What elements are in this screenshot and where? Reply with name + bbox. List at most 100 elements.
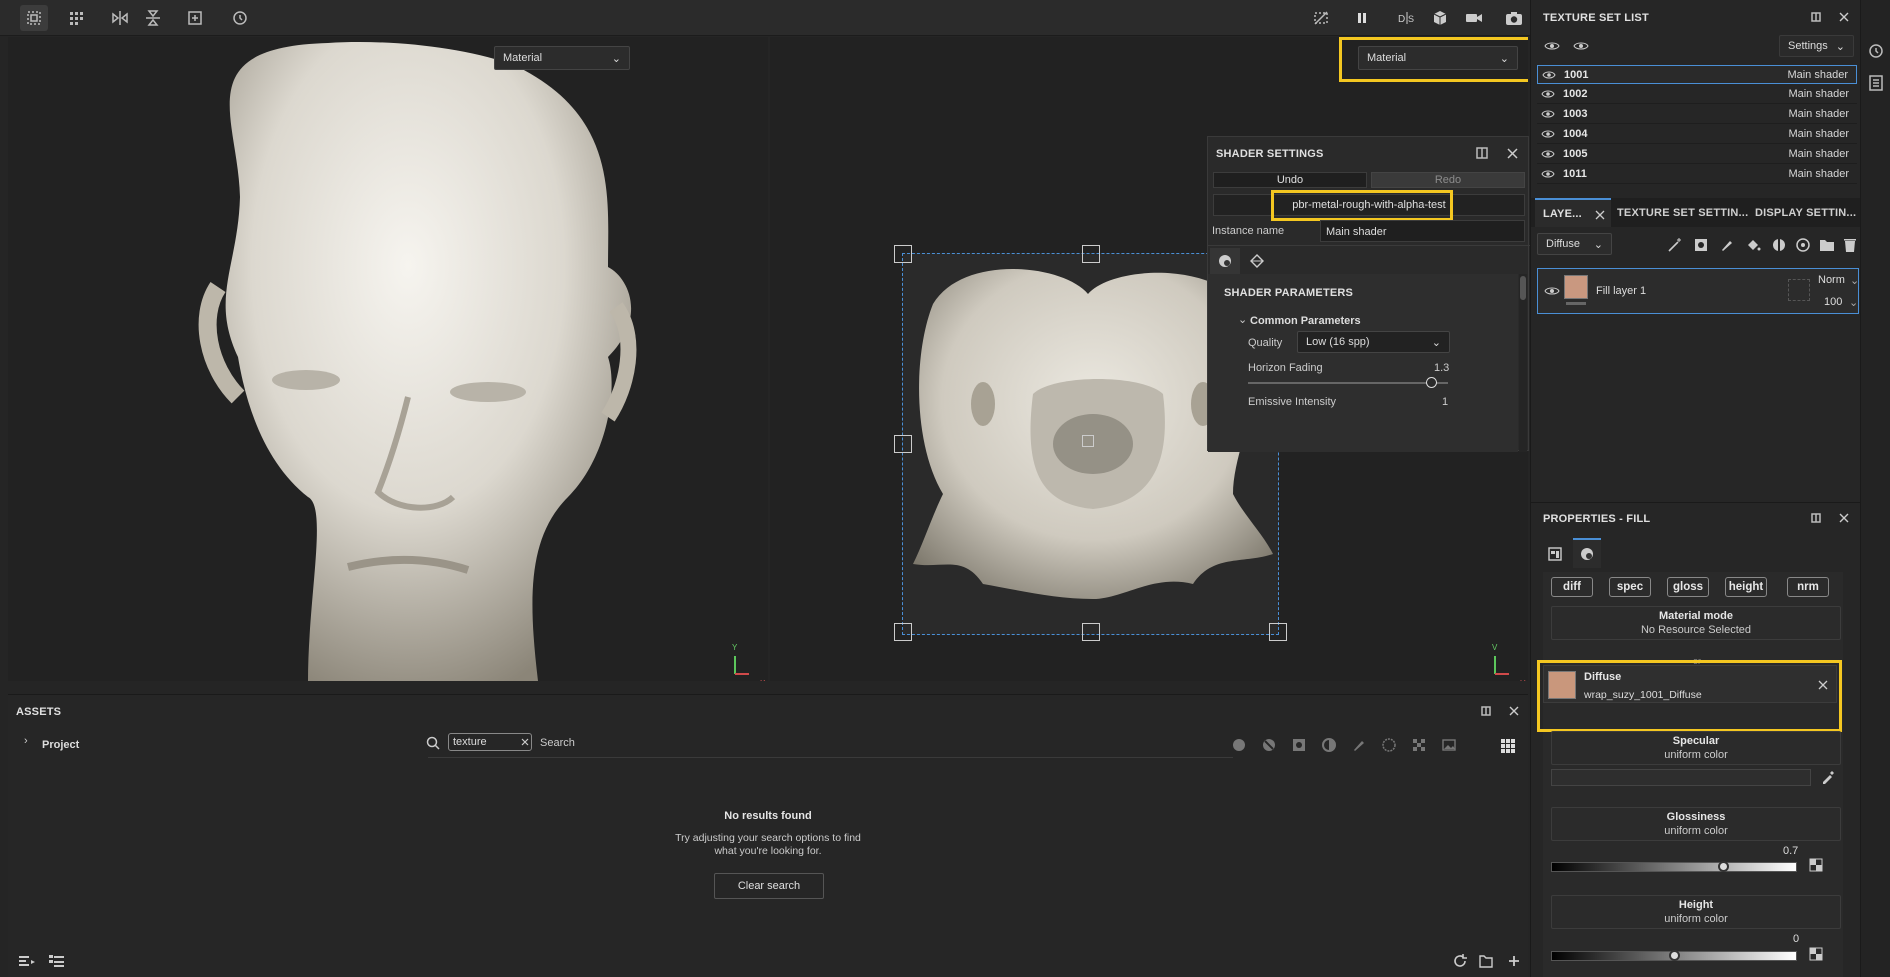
pause-icon[interactable] [1348,5,1376,31]
filter-alpha-icon[interactable] [1410,736,1428,754]
redo-button[interactable]: Redo [1371,172,1525,188]
specular-slot[interactable]: Specular uniform color [1551,731,1841,765]
spec-channel-button[interactable]: spec [1609,577,1651,597]
texture-set-row[interactable]: 1011 Main shader [1537,165,1857,184]
search-input[interactable]: Search [540,737,575,749]
layer-mask-slot[interactable] [1788,279,1810,301]
add-asset-icon[interactable] [1504,951,1524,971]
close-icon[interactable] [521,738,529,746]
project-tree-item[interactable]: Project [42,739,79,751]
common-parameters-heading[interactable]: Common Parameters [1250,315,1361,327]
geometry-tab-icon[interactable] [1242,248,1272,274]
search-filter-chip[interactable]: texture [448,733,532,751]
texture-set-row[interactable]: 1005 Main shader [1537,145,1857,164]
height-knob[interactable] [1669,950,1680,961]
uv-handle-tc[interactable] [1082,245,1100,263]
glossiness-number[interactable]: 0.7 [1783,845,1798,857]
select-mode-icon[interactable] [20,5,48,31]
grid-layout-icon[interactable] [64,5,92,31]
hide-overlay-icon[interactable] [1307,5,1335,31]
material-tab-icon[interactable] [1573,538,1601,568]
close-icon[interactable] [1837,511,1851,525]
color-picker-icon[interactable] [1821,770,1835,784]
filter-brush-icon[interactable] [1350,736,1368,754]
texture-set-row[interactable]: 1004 Main shader [1537,125,1857,144]
material-tab-icon[interactable] [1210,248,1240,274]
eye-icon[interactable] [1541,109,1555,119]
diff-channel-button[interactable]: diff [1551,577,1593,597]
dock-icon[interactable] [1809,511,1823,525]
filter-material-icon[interactable] [1230,736,1248,754]
close-icon[interactable] [1837,10,1851,24]
undo-button[interactable]: Undo [1213,172,1367,188]
chevron-right-icon[interactable]: › [24,735,28,747]
cube-icon[interactable] [1426,5,1454,31]
channel-dropdown[interactable]: Diffuse ⌄ [1537,233,1612,255]
dock-icon[interactable] [1809,10,1823,24]
viewport3d-mode-dropdown[interactable]: Material ⌄ [494,46,630,70]
filter-shader-icon[interactable] [1320,736,1338,754]
glossiness-slider[interactable] [1551,861,1797,872]
eye-icon[interactable] [1541,169,1555,179]
horizon-fading-knob[interactable] [1426,377,1437,388]
camera-icon[interactable] [1460,5,1488,31]
filter-procedural-icon[interactable] [1380,736,1398,754]
filter-texture-icon[interactable] [1440,736,1458,754]
filter-mask-icon[interactable] [1290,736,1308,754]
tab-texture-set-settings[interactable]: TEXTURE SET SETTIN... [1617,207,1748,219]
material-mode-slot[interactable]: Material mode No Resource Selected [1551,606,1841,640]
uv-handle-bc[interactable] [1082,623,1100,641]
instance-name-field[interactable]: Main shader [1320,220,1525,242]
scrollbar-thumb[interactable] [1520,276,1526,300]
glossiness-knob[interactable] [1718,861,1730,872]
texture-map-icon[interactable] [1809,858,1823,872]
uv-handle-bl[interactable] [894,623,912,641]
new-folder-icon[interactable] [1476,951,1496,971]
blend-mode[interactable]: Norm [1818,274,1845,286]
mirror-vertical-icon[interactable] [139,5,167,31]
history-icon[interactable] [1867,42,1885,60]
eye-icon[interactable] [1542,70,1556,80]
smart-material-icon[interactable] [1769,236,1789,254]
texture-set-row[interactable]: 1003 Main shader [1537,105,1857,124]
specular-color-swatch[interactable] [1551,769,1811,786]
gloss-channel-button[interactable]: gloss [1667,577,1709,597]
tab-layers[interactable]: LAYE... [1535,198,1611,227]
eye-icon[interactable] [1541,89,1555,99]
uv-handle-center[interactable] [1082,435,1094,447]
height-slot[interactable]: Height uniform color [1551,895,1841,929]
tab-display-settings[interactable]: DISPLAY SETTIN... [1755,207,1856,219]
viewport-3d[interactable]: Material ⌄ Y X [8,37,768,681]
dock-icon[interactable] [1474,145,1490,161]
log-icon[interactable] [1867,74,1885,92]
height-slider[interactable] [1551,950,1797,961]
magic-wand-icon[interactable] [1665,236,1685,254]
close-icon[interactable] [1504,145,1520,161]
import-icon[interactable] [16,951,38,971]
grid-view-icon[interactable] [1498,736,1518,756]
chevron-down-icon[interactable]: ⌄ [1238,313,1247,326]
library-icon[interactable] [46,951,68,971]
eye-icon[interactable] [1544,285,1560,297]
filter-smart-material-icon[interactable] [1260,736,1278,754]
folder-icon[interactable] [1817,236,1837,254]
screenshot-icon[interactable] [1500,5,1528,31]
display-mode-icon[interactable]: DS [1393,5,1421,31]
texture-set-row[interactable]: 1001 Main shader [1537,65,1857,84]
visibility-toggle-all-icon[interactable] [1543,38,1561,54]
height-number[interactable]: 0 [1793,933,1799,945]
refresh-icon[interactable] [1450,951,1470,971]
reset-view-icon[interactable] [226,5,254,31]
fill-settings-tab-icon[interactable] [1541,540,1569,568]
quality-dropdown[interactable]: Low (16 spp) ⌄ [1297,331,1450,353]
fill-bucket-icon[interactable] [1743,236,1763,254]
close-icon[interactable] [1507,704,1521,718]
texture-set-settings-dropdown[interactable]: Settings ⌄ [1779,35,1854,57]
eye-icon[interactable] [1572,38,1590,54]
trash-icon[interactable] [1841,236,1859,254]
clear-search-button[interactable]: Clear search [714,873,824,899]
layer-name[interactable]: Fill layer 1 [1596,285,1646,297]
uv-handle-br[interactable] [1269,623,1287,641]
add-frame-icon[interactable] [181,5,209,31]
brush-icon[interactable] [1717,236,1737,254]
